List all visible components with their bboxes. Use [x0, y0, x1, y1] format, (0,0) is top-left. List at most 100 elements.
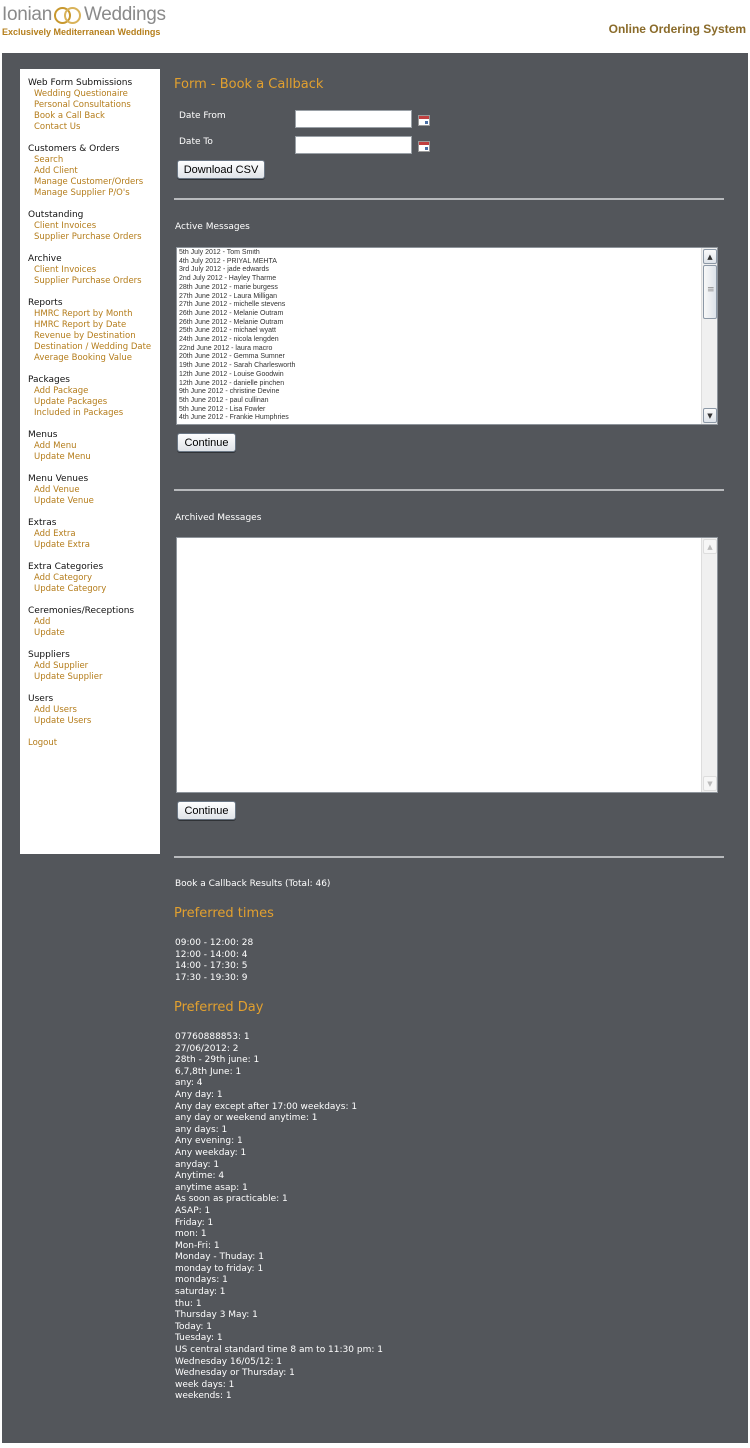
sidebar-item-link[interactable]: Wedding Questionaire: [28, 89, 160, 100]
list-item[interactable]: 2nd July 2012 - Hayley Tharme: [179, 275, 700, 284]
sidebar-item-link[interactable]: Update: [28, 628, 160, 639]
brand-name-left: Ionian: [2, 4, 52, 25]
date-to-label: Date To: [179, 137, 213, 147]
continue-archived-button[interactable]: Continue: [177, 801, 236, 820]
brand-name-right: Weddings: [83, 4, 166, 25]
list-item[interactable]: 5th June 2012 - Lisa Fowler: [179, 406, 700, 415]
sidebar-item-link[interactable]: Add Supplier: [28, 661, 160, 672]
stat-row: Monday - Thuday: 1: [175, 1252, 264, 1263]
sidebar-item-link[interactable]: Revenue by Destination: [28, 331, 160, 342]
stat-row: Mon-Fri: 1: [175, 1240, 220, 1251]
continue-active-button[interactable]: Continue: [177, 433, 236, 452]
stat-row: 12:00 - 14:00: 4: [175, 949, 248, 960]
sidebar-item-link[interactable]: Add Category: [28, 573, 160, 584]
nav-group: Menus Add Menu Update Menu: [28, 430, 160, 463]
scroll-up-icon[interactable]: ▲: [703, 249, 717, 264]
sidebar-item-link[interactable]: Add: [28, 617, 160, 628]
stat-row: saturday: 1: [175, 1287, 226, 1298]
sidebar-item-link[interactable]: Add Client: [28, 166, 160, 177]
archived-messages-list[interactable]: ▲ ▼: [176, 537, 718, 793]
nav-heading: Outstanding: [28, 210, 84, 220]
stat-row: week days: 1: [175, 1379, 235, 1390]
nav-group: Users Add Users Update Users: [28, 694, 160, 727]
sidebar-item-link[interactable]: Client Invoices: [28, 265, 160, 276]
list-item[interactable]: 3rd July 2012 - jade edwards: [179, 266, 700, 275]
stat-row: any: 4: [175, 1078, 203, 1089]
date-to-input[interactable]: [295, 136, 412, 154]
list-item[interactable]: 25th June 2012 - michael wyatt: [179, 327, 700, 336]
active-list-scrollbar[interactable]: ▲ ▼: [701, 248, 717, 424]
divider: [174, 489, 724, 491]
list-item[interactable]: 5th June 2012 - paul cullinan: [179, 397, 700, 406]
sidebar-item-link[interactable]: Add Extra: [28, 529, 160, 540]
list-item[interactable]: 26th June 2012 - Melanie Outram: [179, 319, 700, 328]
list-item[interactable]: 4th July 2012 - PRIYAL MEHTA: [179, 258, 700, 267]
stat-row: Wednesday or Thursday: 1: [175, 1368, 295, 1379]
sidebar-item-link[interactable]: Personal Consultations: [28, 100, 160, 111]
nav-group: Extra Categories Add Category Update Categ…: [28, 562, 160, 595]
scroll-down-icon[interactable]: ▼: [703, 776, 717, 791]
list-item[interactable]: 5th July 2012 - Tom Smith: [179, 249, 700, 258]
calendar-icon[interactable]: [418, 115, 430, 126]
sidebar-item-link[interactable]: Supplier Purchase Orders: [28, 232, 160, 243]
list-item[interactable]: 26th June 2012 - Melanie Outram: [179, 310, 700, 319]
archived-list-scrollbar[interactable]: ▲ ▼: [701, 538, 717, 792]
nav-group: Ceremonies/Receptions Add Update: [28, 606, 160, 639]
sidebar-item-link[interactable]: Supplier Purchase Orders: [28, 276, 160, 287]
divider: [174, 198, 724, 200]
stat-row: 17:30 - 19:30: 9: [175, 972, 248, 983]
list-item[interactable]: 19th June 2012 - Sarah Charlesworth: [179, 362, 700, 371]
sidebar-item-link[interactable]: Add Users: [28, 705, 160, 716]
scroll-thumb[interactable]: [703, 265, 717, 319]
sidebar-item-link[interactable]: Update Supplier: [28, 672, 160, 683]
nav-heading: Suppliers: [28, 650, 70, 660]
results-total: Book a Callback Results (Total: 46): [175, 879, 331, 889]
sidebar-item-link[interactable]: Update Users: [28, 716, 160, 727]
stat-row: mondays: 1: [175, 1275, 228, 1286]
sidebar-item-link[interactable]: Update Extra: [28, 540, 160, 551]
sidebar-item-link[interactable]: Average Booking Value: [28, 353, 160, 364]
date-from-input[interactable]: [295, 110, 412, 128]
list-item[interactable]: 22nd June 2012 - laura macro: [179, 345, 700, 354]
stat-row: 28th - 29th june: 1: [175, 1055, 260, 1066]
sidebar-item-link[interactable]: Contact Us: [28, 122, 160, 133]
sidebar-item-link[interactable]: Update Category: [28, 584, 160, 595]
list-item[interactable]: 12th June 2012 - danielle pinchen: [179, 380, 700, 389]
sidebar-item-link[interactable]: Included in Packages: [28, 408, 160, 419]
list-item[interactable]: 20th June 2012 - Gemma Sumner: [179, 353, 700, 362]
sidebar-item-link[interactable]: Update Menu: [28, 452, 160, 463]
sidebar-item-link[interactable]: Add Venue: [28, 485, 160, 496]
scroll-up-icon[interactable]: ▲: [703, 539, 717, 554]
preferred-times-heading: Preferred times: [174, 906, 274, 921]
sidebar-item-link[interactable]: Book a Call Back: [28, 111, 160, 122]
sidebar-item-link[interactable]: Destination / Wedding Date: [28, 342, 160, 353]
logout-link[interactable]: Logout: [28, 738, 160, 749]
sidebar-item-link[interactable]: Manage Supplier P/O's: [28, 188, 160, 199]
calendar-icon[interactable]: [418, 141, 430, 152]
sidebar-item-link[interactable]: HMRC Report by Month: [28, 309, 160, 320]
scroll-down-icon[interactable]: ▼: [703, 408, 717, 423]
list-item[interactable]: 4th June 2012 - Frankie Humphries: [179, 414, 700, 423]
sidebar-item-link[interactable]: Update Venue: [28, 496, 160, 507]
sidebar-item-link[interactable]: Manage Customer/Orders: [28, 177, 160, 188]
sidebar-item-link[interactable]: Search: [28, 155, 160, 166]
list-item[interactable]: 27th June 2012 - michelle stevens: [179, 301, 700, 310]
nav-heading: Packages: [28, 375, 70, 385]
ionian-weddings-logo[interactable]: Ionian Weddings Exclusively Mediterranea…: [2, 4, 166, 37]
nav-group: Suppliers Add Supplier Update Supplier: [28, 650, 160, 683]
list-item[interactable]: 9th June 2012 - christine Devine: [179, 388, 700, 397]
list-item[interactable]: 28th June 2012 - marie burgess: [179, 284, 700, 293]
stat-row: As soon as practicable: 1: [175, 1194, 288, 1205]
download-csv-button[interactable]: Download CSV: [177, 160, 265, 179]
active-messages-list[interactable]: 5th July 2012 - Tom Smith 4th July 2012 -…: [176, 247, 718, 425]
list-item[interactable]: 27th June 2012 - Laura Milligan: [179, 293, 700, 302]
preferred-day-heading: Preferred Day: [174, 1000, 264, 1015]
list-item[interactable]: 12th June 2012 - Louise Goodwin: [179, 371, 700, 380]
sidebar-item-link[interactable]: Add Menu: [28, 441, 160, 452]
sidebar-item-link[interactable]: HMRC Report by Date: [28, 320, 160, 331]
sidebar-item-link[interactable]: Client Invoices: [28, 221, 160, 232]
active-messages-label: Active Messages: [175, 222, 250, 232]
sidebar-item-link[interactable]: Add Package: [28, 386, 160, 397]
sidebar-item-link[interactable]: Update Packages: [28, 397, 160, 408]
list-item[interactable]: 24th June 2012 - nicola lengden: [179, 336, 700, 345]
